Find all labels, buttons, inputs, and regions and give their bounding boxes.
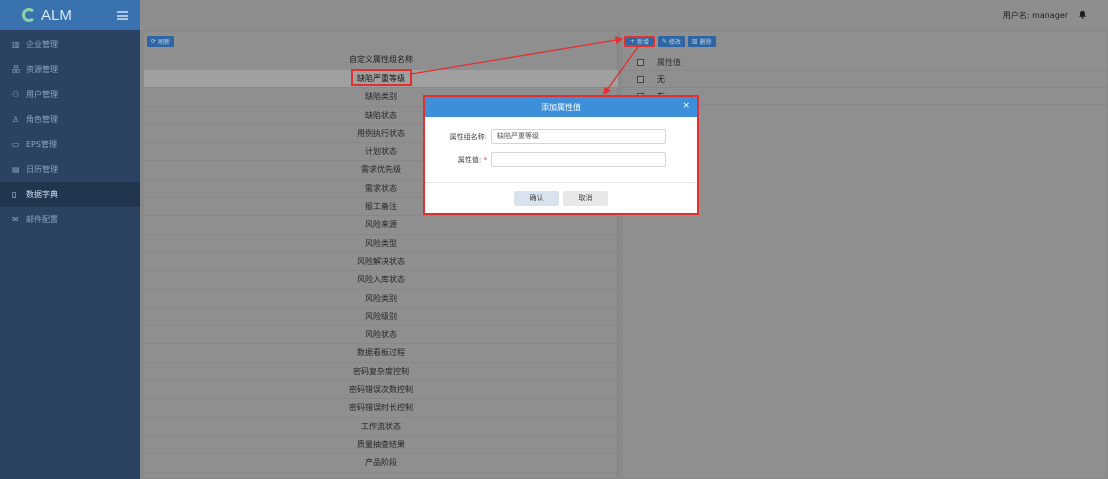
trash-icon: ▥ (691, 38, 700, 45)
close-icon[interactable]: × (682, 101, 690, 111)
brand-bar: ALM (0, 0, 140, 30)
value-table-header: 属性值 (622, 54, 1106, 71)
group-list-item[interactable]: 风险级别 (144, 308, 618, 327)
dialog-title: 添加属性值 (541, 102, 581, 112)
calendar-icon: ▤ (12, 165, 20, 174)
value-row: 属性值: * (425, 152, 697, 167)
add-button[interactable]: + 新增 (624, 36, 655, 47)
sidebar-item-label: EPS管理 (26, 140, 57, 149)
building-icon: ▥ (12, 40, 20, 49)
group-list-item[interactable]: 风险状态 (144, 326, 618, 345)
group-list-item[interactable]: 数据看板过程 (144, 344, 618, 363)
add-attribute-value-dialog: 添加属性值 × 属性组名称: 缺陷严重等级 属性值: * 确认 取消 (423, 95, 699, 215)
group-list-item[interactable]: 密码错误次数控制 (144, 381, 618, 400)
sidebar-item-mail[interactable]: ✉ 邮件配置 (0, 207, 140, 232)
group-list-item[interactable]: 密码错误时长控制 (144, 399, 618, 418)
group-name-row: 属性组名称: 缺陷严重等级 (425, 129, 697, 144)
value-label: 属性值: * (457, 155, 488, 164)
sidebar-item-users[interactable]: ⚇ 用户管理 (0, 82, 140, 107)
bell-icon[interactable] (1078, 10, 1087, 19)
folder-icon: ▭ (12, 140, 20, 149)
logo-icon (22, 8, 36, 22)
attribute-value-input[interactable] (491, 152, 666, 167)
group-list-item[interactable]: 风险解决状态 (144, 253, 618, 272)
users-icon: ⚇ (12, 90, 20, 99)
user-label[interactable]: 用户名: manager (1003, 10, 1068, 21)
selected-row-highlight (351, 69, 412, 86)
table-row[interactable]: 无 (622, 71, 1106, 88)
sidebar-item-eps[interactable]: ▭ EPS管理 (0, 132, 140, 157)
mail-icon: ✉ (12, 215, 19, 224)
dialog-footer: 确认 取消 (425, 182, 697, 213)
refresh-button[interactable]: ⟳ 刷新 (147, 36, 174, 47)
group-name-field[interactable]: 缺陷严重等级 (491, 129, 666, 144)
top-bar: 用户名: manager (140, 0, 1108, 30)
sidebar-item-label: 数据字典 (26, 190, 58, 199)
sitemap-icon: 品 (12, 65, 20, 74)
sidebar-item-roles[interactable]: ♙ 角色管理 (0, 107, 140, 132)
group-name-label: 属性组名称: (449, 132, 487, 141)
group-list-item[interactable]: 风险类型 (144, 235, 618, 253)
value-cell: 无 (657, 74, 665, 84)
group-list-item[interactable]: 产品阶段 (144, 454, 618, 473)
sidebar-item-label: 日历管理 (26, 165, 58, 174)
edit-icon: ✎ (661, 38, 669, 45)
group-list-item[interactable]: 风险来源 (144, 216, 618, 235)
menu-toggle-icon[interactable] (117, 10, 128, 20)
sidebar-item-data-dictionary[interactable]: ▯ 数据字典 (0, 182, 140, 207)
confirm-button[interactable]: 确认 (514, 190, 559, 206)
sidebar-item-label: 资源管理 (26, 65, 58, 74)
logo-text: ALM (41, 6, 72, 24)
sidebar-item-label: 用户管理 (26, 90, 58, 99)
required-mark: * (483, 155, 488, 164)
sidebar-item-resources[interactable]: 品 资源管理 (0, 57, 140, 82)
sidebar-item-calendar[interactable]: ▤ 日历管理 (0, 157, 140, 182)
dialog-header: 添加属性值 × (425, 97, 697, 117)
value-toolbar: + 新增 ✎ 修改 ▥ 删除 (624, 36, 716, 47)
group-column-header: 自定义属性组名称 (349, 55, 413, 64)
book-icon: ▯ (12, 190, 17, 199)
sidebar-item-enterprise[interactable]: ▥ 企业管理 (0, 32, 140, 57)
select-all-checkbox[interactable] (637, 58, 644, 66)
sidebar-item-label: 邮件配置 (26, 215, 58, 224)
cancel-button[interactable]: 取消 (563, 190, 608, 206)
group-list-item[interactable]: 风险入库状态 (144, 271, 618, 290)
refresh-icon: ⟳ (151, 38, 158, 45)
role-icon: ♙ (12, 115, 20, 124)
sidebar: ALM ▥ 企业管理 品 资源管理 ⚇ 用户管理 ♙ 角色管理 ▭ EPS管理 … (0, 0, 140, 479)
delete-button[interactable]: ▥ 删除 (687, 36, 716, 47)
group-list-item[interactable]: 风险类别 (144, 290, 618, 308)
row-checkbox[interactable] (637, 75, 644, 83)
group-list-item[interactable]: 工作流状态 (144, 418, 618, 436)
sidebar-nav: ▥ 企业管理 品 资源管理 ⚇ 用户管理 ♙ 角色管理 ▭ EPS管理 ▤ 日历… (0, 32, 140, 232)
plus-icon: + (630, 38, 637, 45)
sidebar-item-label: 角色管理 (26, 115, 58, 124)
group-list-item[interactable]: 密码复杂度控制 (144, 363, 618, 382)
group-list-item[interactable]: 质量抽查结果 (144, 436, 618, 455)
value-column-header: 属性值 (657, 57, 681, 67)
app-logo[interactable]: ALM (22, 7, 72, 24)
sidebar-item-label: 企业管理 (26, 40, 58, 49)
edit-button[interactable]: ✎ 修改 (657, 36, 685, 47)
